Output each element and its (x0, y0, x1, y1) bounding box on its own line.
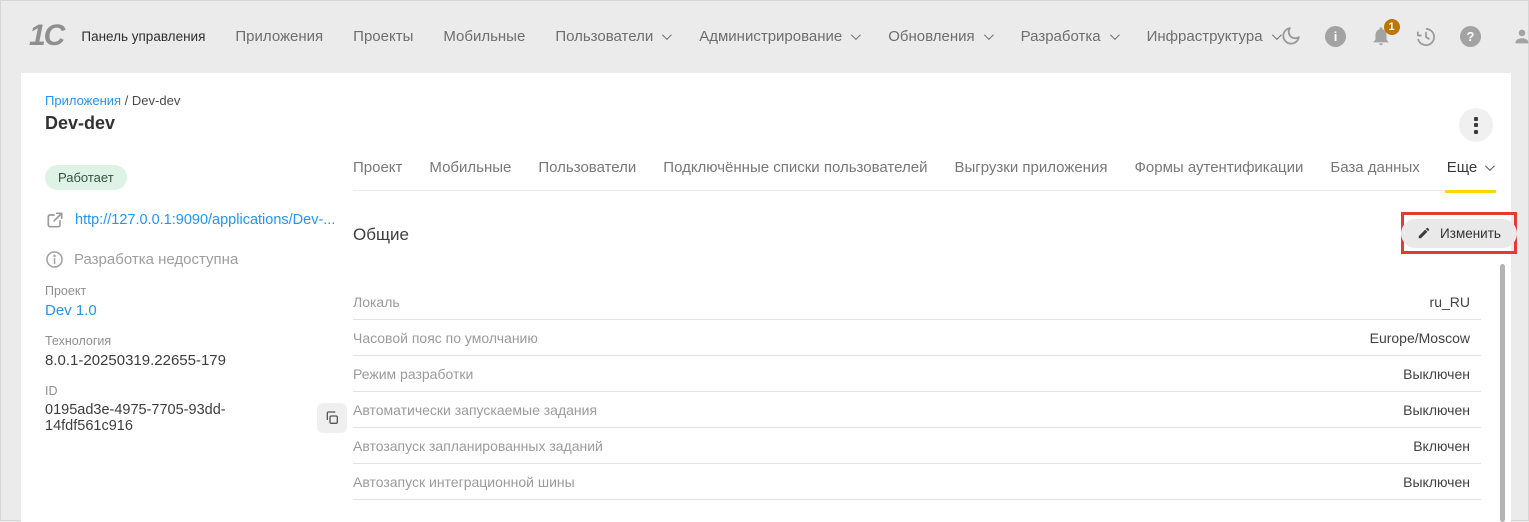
dark-mode-moon-icon[interactable] (1279, 24, 1303, 48)
project-field: Проект Dev 1.0 (45, 284, 347, 319)
top-navbar: 1С Панель управления Приложения Проекты … (1, 1, 1528, 71)
settings-row-scheduled-jobs: Автозапуск запланированных заданий Включ… (353, 428, 1481, 464)
menu-item-administration[interactable]: Администрирование (699, 28, 862, 45)
history-icon[interactable] (1414, 24, 1438, 48)
app-summary-sidebar: Работает http://127.0.0.1:9090/applicati… (45, 165, 347, 434)
tab-connected-user-lists[interactable]: Подключённые списки пользователей (663, 159, 927, 176)
main-panel: Проект Мобильные Пользователи Подключённ… (353, 159, 1517, 500)
pencil-icon (1418, 227, 1430, 239)
vertical-scrollbar[interactable] (1500, 264, 1505, 522)
general-section-header: Общие Изменить (353, 212, 1517, 261)
project-link[interactable]: Dev 1.0 (45, 302, 347, 319)
chevron-down-icon (983, 29, 994, 40)
tab-project[interactable]: Проект (353, 159, 402, 176)
dev-unavailable-text: Разработка недоступна (74, 251, 239, 268)
app-brand: Панель управления (81, 28, 206, 44)
chevron-down-icon (1109, 29, 1120, 40)
app-url-row: http://127.0.0.1:9090/applications/Dev-.… (45, 210, 347, 230)
navbar-actions: i 1 ? (1279, 19, 1529, 48)
settings-row-locale: Локаль ru_RU (353, 284, 1481, 320)
menu-item-development[interactable]: Разработка (1021, 28, 1120, 45)
tab-auth-forms[interactable]: Формы аутентификации (1134, 159, 1303, 176)
dev-unavailable-row: Разработка недоступна (45, 250, 347, 269)
copy-icon (326, 411, 338, 424)
more-actions-kebab-button[interactable] (1459, 108, 1493, 142)
info-icon[interactable]: i (1324, 24, 1348, 48)
menu-item-projects[interactable]: Проекты (353, 28, 413, 45)
chevron-down-icon (851, 29, 862, 40)
id-value: 0195ad3e-4975-7705-93dd-14fdf561c916 (45, 402, 226, 434)
settings-row-auto-jobs: Автоматически запускаемые задания Выключ… (353, 392, 1481, 428)
content-card: Приложения / Dev-dev Dev-dev Работает ht… (21, 73, 1517, 522)
status-badge: Работает (45, 165, 127, 190)
edit-button[interactable]: Изменить (1401, 218, 1517, 248)
settings-row-integration-bus: Автозапуск интеграционной шины Выключен (353, 464, 1481, 500)
menu-item-updates[interactable]: Обновления (888, 28, 994, 45)
tab-bar: Проект Мобильные Пользователи Подключённ… (353, 159, 1498, 193)
tab-users[interactable]: Пользователи (538, 159, 636, 176)
general-settings-table: Локаль ru_RU Часовой пояс по умолчанию E… (353, 284, 1481, 500)
chevron-down-icon (1485, 161, 1496, 172)
breadcrumb-separator: / (121, 93, 132, 108)
tab-mobile[interactable]: Мобильные (429, 159, 511, 176)
user-profile-icon[interactable] (1510, 24, 1529, 48)
project-label: Проект (45, 284, 87, 298)
breadcrumb-current: Dev-dev (131, 93, 181, 108)
tab-more[interactable]: Еще (1444, 159, 1496, 193)
id-label: ID (45, 384, 58, 398)
settings-row-dev-mode: Режим разработки Выключен (353, 356, 1481, 392)
page-title: Dev-dev (45, 113, 116, 133)
main-menu: Приложения Проекты Мобильные Пользовател… (235, 28, 1282, 45)
notifications-bell-icon[interactable]: 1 (1369, 19, 1400, 48)
technology-value: 8.0.1-20250319.22655-179 (45, 352, 226, 369)
annotation-highlight: Изменить (1401, 212, 1517, 254)
menu-item-infrastructure[interactable]: Инфраструктура (1147, 28, 1282, 45)
section-title: Общие (353, 225, 409, 244)
tab-database[interactable]: База данных (1330, 159, 1419, 176)
menu-item-users[interactable]: Пользователи (555, 28, 673, 45)
technology-field: Технология 8.0.1-20250319.22655-179 (45, 334, 347, 369)
id-field: ID 0195ad3e-4975-7705-93dd-14fdf561c916 (45, 384, 347, 434)
1c-logo: 1С (29, 19, 65, 52)
breadcrumb: Приложения / Dev-dev (45, 93, 180, 108)
help-icon[interactable]: ? (1459, 24, 1483, 48)
tab-app-exports[interactable]: Выгрузки приложения (954, 159, 1107, 176)
notification-count-badge: 1 (1383, 19, 1400, 35)
menu-item-mobile[interactable]: Мобильные (443, 28, 525, 45)
application-url-link[interactable]: http://127.0.0.1:9090/applications/Dev-.… (75, 212, 335, 228)
copy-id-button[interactable] (317, 403, 347, 433)
technology-label: Технология (45, 334, 112, 348)
external-link-icon (47, 212, 63, 228)
settings-row-timezone: Часовой пояс по умолчанию Europe/Moscow (353, 320, 1481, 356)
breadcrumb-link-applications[interactable]: Приложения (45, 93, 121, 108)
info-outline-icon (46, 251, 63, 268)
menu-item-applications[interactable]: Приложения (235, 28, 323, 45)
chevron-down-icon (662, 29, 673, 40)
